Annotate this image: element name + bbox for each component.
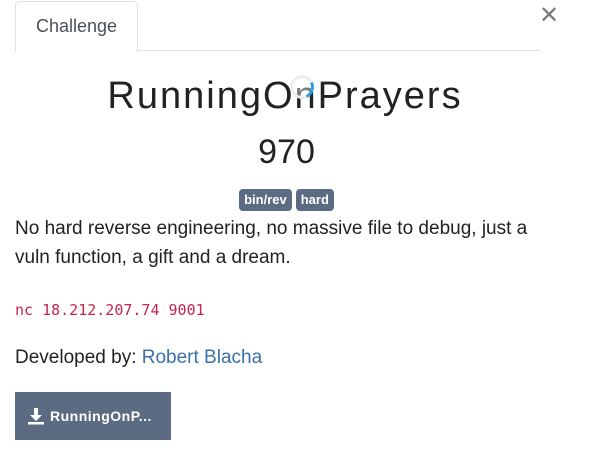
tab-bar: Challenge: [15, 0, 540, 52]
tab-challenge[interactable]: Challenge: [15, 1, 139, 52]
tab-challenge-label: Challenge: [36, 16, 118, 36]
challenge-description: No hard reverse engineering, no massive …: [15, 218, 528, 268]
developer-prefix: Developed by:: [15, 347, 137, 368]
developer-link[interactable]: Robert Blacha: [142, 347, 262, 368]
download-icon: [28, 408, 44, 425]
tag-badge: hard: [295, 189, 334, 211]
tag-badge: bin/rev: [239, 189, 292, 211]
connection-command: nc 18.212.207.74 9001: [15, 301, 205, 319]
challenge-tags: bin/rev hard: [0, 189, 573, 211]
challenge-points: 970: [258, 133, 315, 171]
challenge-title: RunningOnPrayers: [107, 75, 463, 117]
download-file-button[interactable]: RunningOnP...: [15, 392, 171, 440]
download-file-label: RunningOnP...: [50, 408, 152, 424]
developer-credit: Developed by: Robert Blacha: [15, 345, 262, 371]
close-icon[interactable]: ✕: [538, 4, 560, 28]
